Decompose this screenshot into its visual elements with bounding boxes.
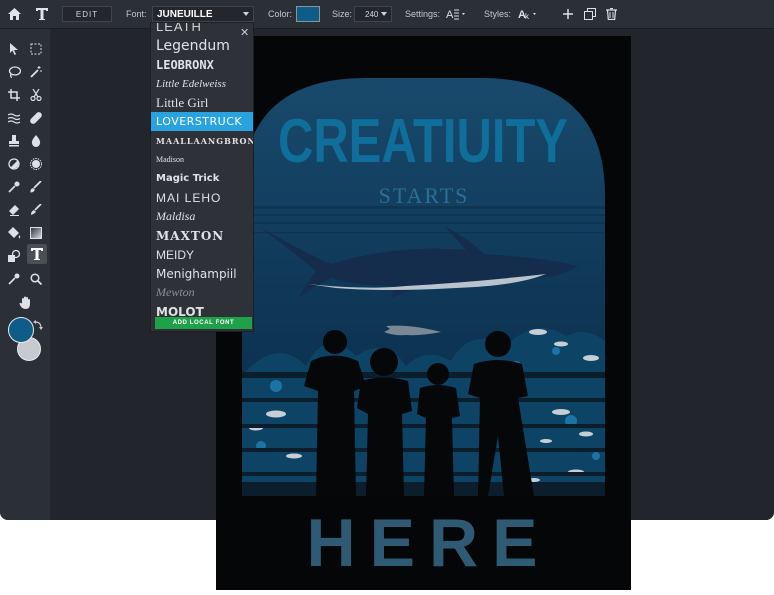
align-settings-icon[interactable]: A	[446, 0, 468, 28]
poster-subtitle-text[interactable]: STARTS	[379, 183, 470, 208]
font-item[interactable]: Mewton	[151, 283, 253, 302]
font-label: Font:	[126, 9, 147, 19]
add-local-font-button[interactable]: ADD LOCAL FONT	[155, 317, 252, 329]
smudge-brush-icon[interactable]	[27, 201, 45, 219]
color-label: Color:	[268, 9, 293, 19]
chevron-down-icon	[381, 12, 387, 16]
close-icon[interactable]: ✕	[240, 26, 249, 39]
duplicate-icon[interactable]	[584, 0, 596, 28]
font-item[interactable]: Little Girl	[151, 93, 253, 112]
zoom-icon[interactable]	[27, 270, 45, 288]
svg-text:k: k	[525, 12, 530, 20]
font-item[interactable]: Maldisa	[151, 207, 253, 226]
font-select[interactable]: JUNEUILLE	[152, 6, 254, 22]
heal-bandage-icon[interactable]	[27, 109, 45, 127]
font-item[interactable]: LEATH	[151, 23, 253, 36]
shape-icon[interactable]	[5, 247, 23, 265]
trash-icon[interactable]	[606, 0, 617, 28]
eraser-icon[interactable]	[5, 201, 23, 219]
font-size-value: 240	[365, 9, 379, 19]
add-icon[interactable]	[562, 0, 574, 28]
gradient-icon[interactable]	[27, 224, 45, 242]
marquee-icon[interactable]	[27, 40, 45, 58]
poster-bottom-text[interactable]: HERE	[307, 505, 552, 581]
stamp-icon[interactable]	[5, 132, 23, 150]
dodge-icon[interactable]	[5, 155, 23, 173]
text-logo-icon[interactable]	[35, 0, 49, 28]
edit-button[interactable]: EDIT	[62, 6, 112, 22]
crop-icon[interactable]	[5, 86, 23, 104]
settings-label: Settings:	[405, 9, 441, 19]
styles-label: Styles:	[484, 9, 512, 19]
font-item[interactable]: Madison	[151, 150, 253, 169]
font-item[interactable]: MAXTON	[151, 226, 253, 245]
brush-icon[interactable]	[27, 178, 45, 196]
chevron-down-icon	[243, 12, 249, 16]
font-item[interactable]: Menighampiil	[151, 264, 253, 283]
char-styles-icon[interactable]: Ak	[518, 0, 540, 28]
font-item[interactable]: MEIDY	[151, 245, 253, 264]
font-item-selected[interactable]: LOVERSTRUCK	[151, 112, 253, 131]
font-item[interactable]: Little Edelweiss	[151, 74, 253, 93]
poster-artwork: CREATIUITY STARTS HERE	[216, 78, 631, 590]
poster-title-text[interactable]: CREATIUITY	[278, 107, 568, 176]
scissors-icon[interactable]	[27, 86, 45, 104]
poster-canvas[interactable]: CREATIUITY STARTS HERE	[216, 36, 631, 590]
liquify-icon[interactable]	[5, 109, 23, 127]
size-label: Size:	[332, 9, 353, 19]
text-tool-icon[interactable]	[27, 244, 47, 264]
sponge-icon[interactable]	[27, 155, 45, 173]
color-picker-icon[interactable]	[5, 270, 23, 288]
tools-panel	[0, 29, 50, 520]
font-item[interactable]: MAI LEHO	[151, 188, 253, 207]
svg-text:A: A	[446, 9, 454, 20]
swap-colors-icon[interactable]	[33, 317, 43, 335]
blur-drop-icon[interactable]	[27, 132, 45, 150]
eyedropper-icon[interactable]	[5, 178, 23, 196]
lasso-icon[interactable]	[5, 63, 23, 81]
home-icon[interactable]	[8, 0, 21, 28]
top-options-bar: EDIT Font: JUNEUILLE Color: Size: 240 Se…	[0, 0, 774, 29]
hand-icon[interactable]	[16, 293, 34, 311]
font-item[interactable]: Legendum	[151, 36, 253, 55]
font-item[interactable]: Magic Trick	[151, 169, 253, 188]
select-arrow-icon[interactable]	[5, 40, 23, 58]
foreground-color-swatch[interactable]	[8, 317, 34, 343]
text-color-swatch[interactable]	[296, 6, 320, 22]
font-dropdown-menu: LEATH Legendum LEOBRONX Little Edelweiss…	[150, 22, 254, 332]
font-select-value: JUNEUILLE	[157, 8, 213, 20]
fill-bucket-icon[interactable]	[5, 224, 23, 242]
font-item[interactable]: MAALLAANGBRONKS	[151, 131, 253, 150]
font-item[interactable]: LEOBRONX	[151, 55, 253, 74]
magic-wand-icon[interactable]	[27, 63, 45, 81]
font-size-select[interactable]: 240	[354, 6, 392, 22]
